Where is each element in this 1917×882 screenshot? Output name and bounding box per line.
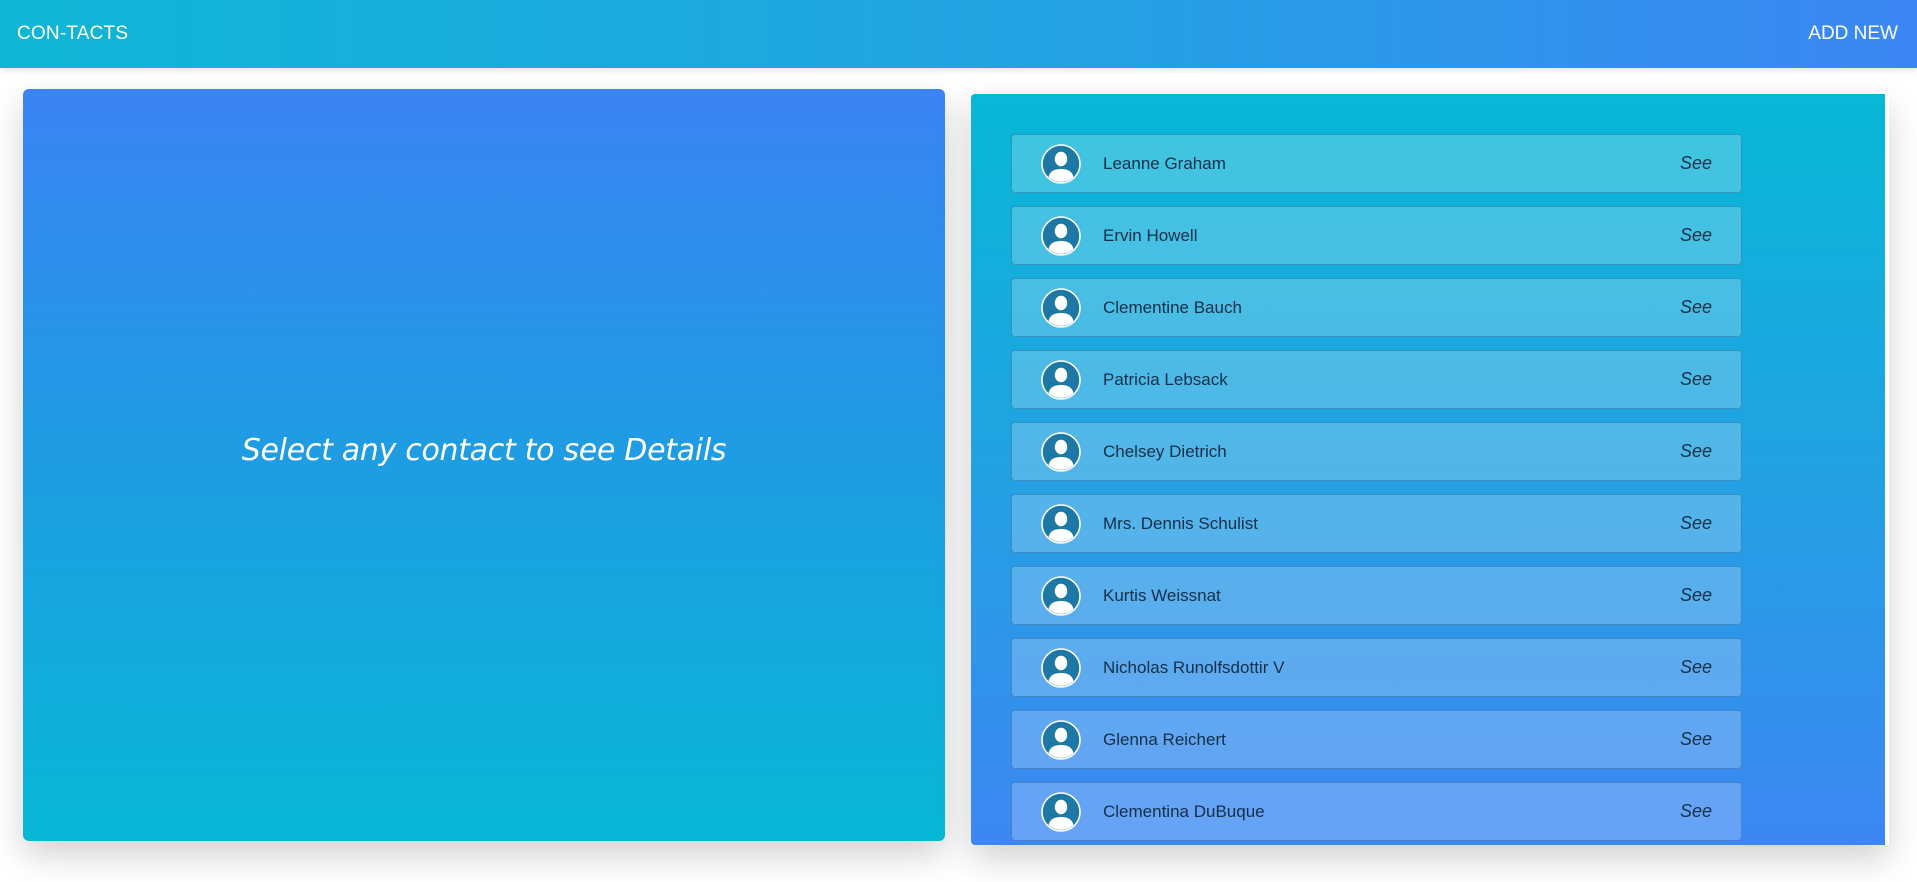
see-contact-link[interactable]: See	[1680, 729, 1712, 750]
contact-list-item[interactable]: Clementine Bauch See	[1011, 278, 1742, 337]
contact-list-item[interactable]: Glenna Reichert See	[1011, 710, 1742, 769]
user-avatar-icon	[1041, 288, 1081, 328]
contact-name: Chelsey Dietrich	[1103, 442, 1227, 461]
user-avatar-icon	[1041, 432, 1081, 472]
see-contact-link[interactable]: See	[1680, 657, 1712, 678]
see-contact-link[interactable]: See	[1680, 225, 1712, 246]
contact-list-item[interactable]: Kurtis Weissnat See	[1011, 566, 1742, 625]
contact-name: Nicholas Runolfsdottir V	[1103, 658, 1285, 677]
contact-list-item[interactable]: Mrs. Dennis Schulist See	[1011, 494, 1742, 553]
contact-list-item[interactable]: Chelsey Dietrich See	[1011, 422, 1742, 481]
see-contact-link[interactable]: See	[1680, 297, 1712, 318]
contact-list-item[interactable]: Clementina DuBuque See	[1011, 782, 1742, 841]
user-avatar-icon	[1041, 504, 1081, 544]
user-avatar-icon	[1041, 792, 1081, 832]
app-brand[interactable]: CON-TACTS	[17, 23, 128, 45]
see-contact-link[interactable]: See	[1680, 585, 1712, 606]
contact-name: Kurtis Weissnat	[1103, 586, 1221, 605]
user-avatar-icon	[1041, 648, 1081, 688]
user-avatar-icon	[1041, 360, 1081, 400]
contact-name: Leanne Graham	[1103, 154, 1226, 173]
see-contact-link[interactable]: See	[1680, 801, 1712, 822]
user-avatar-icon	[1041, 144, 1081, 184]
user-avatar-icon	[1041, 720, 1081, 760]
contact-name: Ervin Howell	[1103, 226, 1198, 245]
contact-list-item[interactable]: Ervin Howell See	[1011, 206, 1742, 265]
contact-name: Mrs. Dennis Schulist	[1103, 514, 1258, 533]
contact-name: Patricia Lebsack	[1103, 370, 1228, 389]
contact-list-item[interactable]: Patricia Lebsack See	[1011, 350, 1742, 409]
contact-name: Clementina DuBuque	[1103, 802, 1265, 821]
contacts-list-panel: Leanne Graham See Ervin Howell See Cleme…	[971, 94, 1889, 845]
user-avatar-icon	[1041, 576, 1081, 616]
details-placeholder-text: Select any contact to see Details	[241, 432, 727, 468]
top-navbar: CON-TACTS ADD NEW	[0, 0, 1917, 68]
contact-details-panel: Select any contact to see Details	[23, 89, 945, 841]
see-contact-link[interactable]: See	[1680, 441, 1712, 462]
user-avatar-icon	[1041, 216, 1081, 256]
see-contact-link[interactable]: See	[1680, 513, 1712, 534]
contact-name: Clementine Bauch	[1103, 298, 1242, 317]
contact-list-item[interactable]: Leanne Graham See	[1011, 134, 1742, 193]
contact-name: Glenna Reichert	[1103, 730, 1226, 749]
see-contact-link[interactable]: See	[1680, 369, 1712, 390]
see-contact-link[interactable]: See	[1680, 153, 1712, 174]
contact-list: Leanne Graham See Ervin Howell See Cleme…	[1011, 134, 1744, 854]
contact-list-item[interactable]: Nicholas Runolfsdottir V See	[1011, 638, 1742, 697]
add-new-button[interactable]: ADD NEW	[1808, 23, 1898, 45]
